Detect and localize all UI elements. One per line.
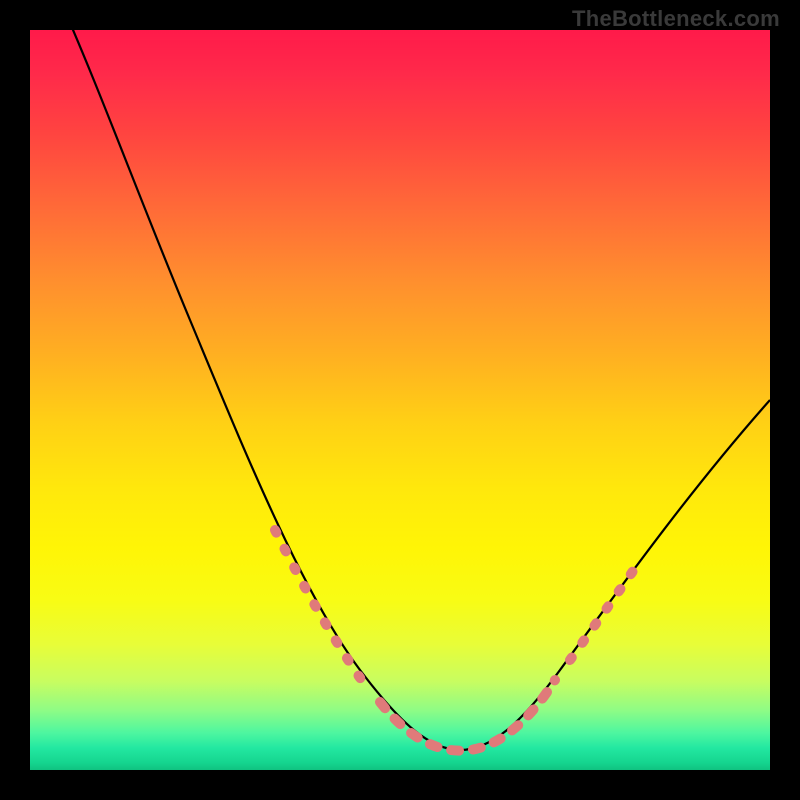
plot-area: [30, 30, 770, 770]
watermark-text: TheBottleneck.com: [572, 6, 780, 32]
bottleneck-curve-path: [60, 30, 770, 750]
curve-layer: [30, 30, 770, 770]
chart-frame: TheBottleneck.com: [0, 0, 800, 800]
highlight-dots: [275, 530, 642, 751]
